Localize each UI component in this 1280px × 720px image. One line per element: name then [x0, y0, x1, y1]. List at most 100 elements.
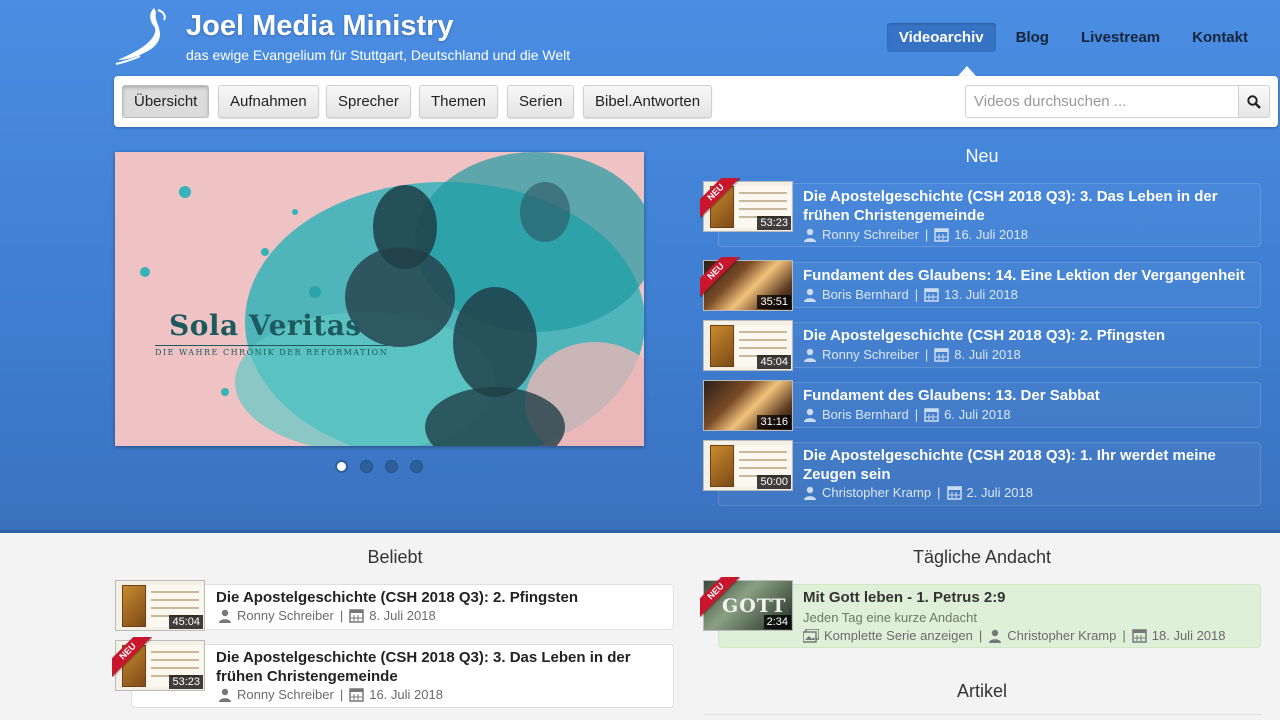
video-speaker[interactable]: Christopher Kramp: [822, 485, 931, 500]
slider-dot-2[interactable]: [360, 460, 373, 473]
new-badge: NEU: [700, 257, 740, 297]
artikel-list: [704, 714, 1261, 720]
tab-aufnahmen[interactable]: Aufnahmen: [218, 85, 319, 118]
video-title[interactable]: Fundament des Glaubens: 13. Der Sabbat: [803, 386, 1253, 405]
video-thumbnail[interactable]: 31:16: [703, 380, 793, 431]
new-badge-label: NEU: [700, 577, 740, 617]
andacht-title[interactable]: Mit Gott leben - 1. Petrus 2:9: [803, 588, 1243, 607]
video-speaker[interactable]: Boris Bernhard: [822, 287, 909, 302]
search-input[interactable]: [965, 85, 1239, 118]
andacht-subtitle: Jeden Tag eine kurze Andacht: [803, 610, 977, 625]
calendar-icon: [946, 486, 962, 500]
calendar-icon: [924, 288, 939, 302]
series-link[interactable]: Komplette Serie anzeigen: [824, 628, 973, 643]
andacht-card[interactable]: Mit Gott leben - 1. Petrus 2:9 Jeden Tag…: [718, 584, 1261, 648]
new-badge-label: NEU: [700, 257, 740, 297]
section-title-andacht: Tägliche Andacht: [912, 547, 1052, 567]
tab-bibel-antworten[interactable]: Bibel.Antworten: [583, 85, 713, 118]
video-card[interactable]: Die Apostelgeschichte (CSH 2018 Q3): 2. …: [718, 322, 1261, 368]
video-title[interactable]: Die Apostelgeschichte (CSH 2018 Q3): 3. …: [216, 648, 656, 686]
thumbnail-image: [710, 445, 734, 487]
nav-livestream[interactable]: Livestream: [1069, 23, 1172, 52]
slide-subtitle: Die wahre Chronik der Reformation: [155, 345, 389, 357]
slider-dot-4[interactable]: [410, 460, 423, 473]
video-speaker[interactable]: Ronny Schreiber: [822, 347, 919, 362]
video-speaker[interactable]: Boris Bernhard: [822, 407, 909, 422]
video-date: 16. Juli 2018: [954, 227, 1028, 242]
user-icon: [219, 688, 231, 702]
tab-serien[interactable]: Serien: [507, 85, 575, 118]
slide-title: Sola Veritas: [169, 309, 362, 342]
calendar-icon: [349, 688, 364, 702]
site-title[interactable]: Joel Media Ministry: [186, 10, 454, 43]
video-card[interactable]: Die Apostelgeschichte (CSH 2018 Q3): 3. …: [131, 644, 674, 708]
video-duration: 45:04: [169, 615, 203, 629]
section-title-artikel: Artikel: [956, 681, 1007, 701]
nav-caret: [958, 66, 976, 76]
hero-divider: [0, 530, 1280, 533]
video-card[interactable]: Die Apostelgeschichte (CSH 2018 Q3): 3. …: [718, 183, 1261, 247]
nav-videoarchiv[interactable]: Videoarchiv: [886, 23, 996, 52]
video-speaker[interactable]: Ronny Schreiber: [822, 227, 919, 242]
video-date: 18. Juli 2018: [1151, 628, 1226, 643]
thumbnail-image: [710, 325, 734, 367]
search-button[interactable]: [1238, 85, 1270, 118]
user-icon: [804, 408, 816, 422]
nav-kontakt[interactable]: Kontakt: [1180, 23, 1260, 52]
slider-dot-1[interactable]: [335, 460, 348, 473]
meta-separator: |: [1122, 628, 1126, 643]
video-meta: Ronny Schreiber | 16. Juli 2018: [218, 687, 443, 702]
video-title[interactable]: Die Apostelgeschichte (CSH 2018 Q3): 1. …: [803, 446, 1243, 484]
new-badge: NEU: [700, 577, 740, 617]
video-meta: Ronny Schreiber | 8. Juli 2018: [803, 347, 1021, 362]
video-meta: Boris Bernhard | 6. Juli 2018: [803, 407, 1011, 422]
video-title[interactable]: Fundament des Glaubens: 14. Eine Lektion…: [803, 266, 1253, 285]
new-badge: NEU: [700, 178, 740, 218]
video-date: 16. Juli 2018: [369, 687, 443, 702]
video-duration: 35:51: [757, 295, 791, 309]
video-title[interactable]: Die Apostelgeschichte (CSH 2018 Q3): 3. …: [803, 187, 1243, 225]
video-card[interactable]: Fundament des Glaubens: 14. Eine Lektion…: [718, 262, 1261, 308]
user-icon: [219, 609, 231, 623]
user-icon: [989, 629, 1002, 643]
calendar-icon: [924, 408, 939, 422]
new-badge: NEU: [112, 637, 152, 677]
calendar-icon: [1132, 629, 1147, 643]
slider-dot-3[interactable]: [385, 460, 398, 473]
video-title[interactable]: Die Apostelgeschichte (CSH 2018 Q3): 2. …: [216, 588, 656, 607]
tab-uebersicht[interactable]: Übersicht: [122, 85, 210, 118]
tab-themen[interactable]: Themen: [419, 85, 499, 118]
video-card[interactable]: Die Apostelgeschichte (CSH 2018 Q3): 2. …: [131, 584, 674, 630]
main-nav: Videoarchiv Blog Livestream Kontakt: [879, 23, 1260, 52]
video-card[interactable]: Fundament des Glaubens: 13. Der Sabbat B…: [718, 382, 1261, 428]
site-subtitle: das ewige Evangelium für Stuttgart, Deut…: [186, 47, 571, 63]
calendar-icon: [934, 228, 949, 242]
user-icon: [804, 288, 816, 302]
tab-sprecher[interactable]: Sprecher: [326, 85, 411, 118]
section-title-neu: Neu: [965, 146, 999, 166]
user-icon: [804, 486, 816, 500]
meta-separator: |: [339, 687, 344, 702]
calendar-icon: [349, 609, 364, 623]
video-meta: Ronny Schreiber | 16. Juli 2018: [803, 227, 1028, 242]
video-duration: 53:23: [757, 216, 791, 230]
video-title[interactable]: Die Apostelgeschichte (CSH 2018 Q3): 2. …: [803, 326, 1253, 345]
video-thumbnail[interactable]: 45:04: [703, 320, 793, 371]
video-thumbnail[interactable]: 50:00: [703, 440, 793, 491]
video-speaker[interactable]: Ronny Schreiber: [237, 687, 334, 702]
video-speaker[interactable]: Christopher Kramp: [1007, 628, 1116, 643]
featured-slider[interactable]: Sola Veritas Die wahre Chronik der Refor…: [115, 152, 644, 446]
search-icon: [1247, 94, 1261, 109]
user-icon: [804, 228, 816, 242]
new-badge-label: NEU: [700, 178, 740, 218]
video-meta: Christopher Kramp | 2. Juli 2018: [803, 485, 1033, 500]
nav-blog[interactable]: Blog: [1004, 23, 1061, 52]
video-speaker[interactable]: Ronny Schreiber: [237, 608, 334, 623]
sub-nav: Übersicht Aufnahmen Sprecher Themen Seri…: [114, 76, 1278, 127]
video-duration: 31:16: [757, 415, 791, 429]
video-meta: Boris Bernhard | 13. Juli 2018: [803, 287, 1018, 302]
video-thumbnail[interactable]: 45:04: [115, 580, 205, 631]
section-title-beliebt: Beliebt: [367, 547, 423, 567]
video-card[interactable]: Die Apostelgeschichte (CSH 2018 Q3): 1. …: [718, 442, 1261, 506]
video-date: 2. Juli 2018: [966, 485, 1034, 500]
